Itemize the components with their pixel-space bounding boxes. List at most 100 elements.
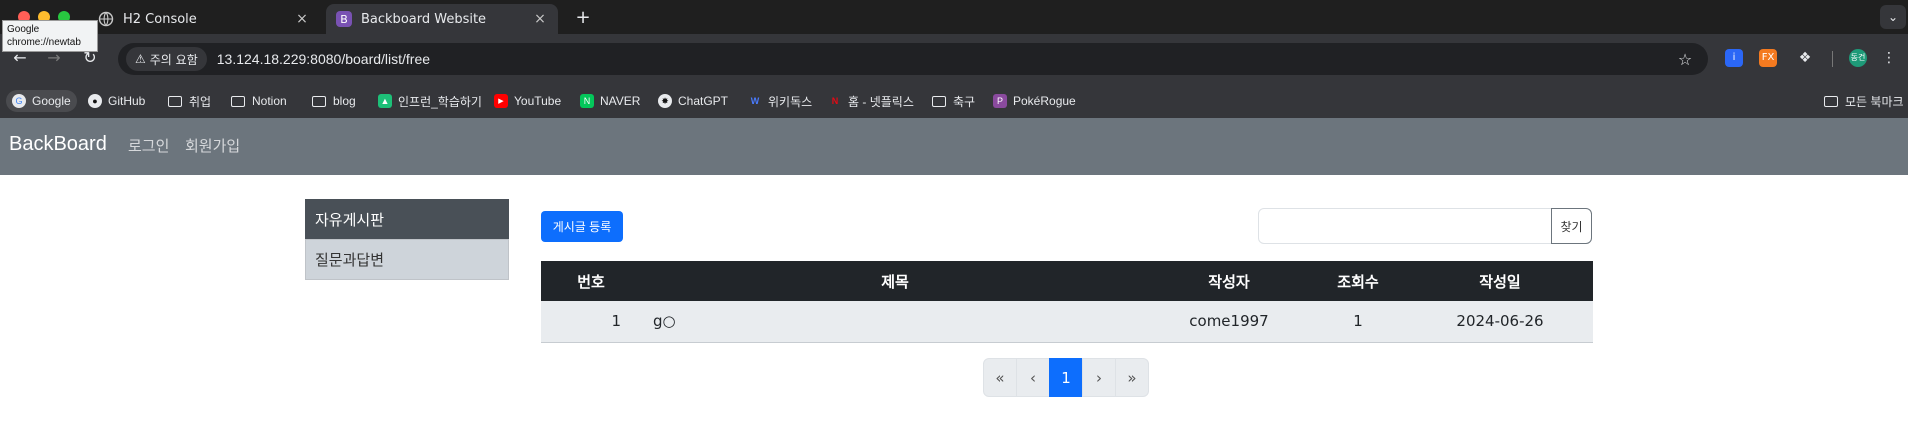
bootstrap-icon: B [336,11,352,27]
signup-link[interactable]: 회원가입 [185,135,240,156]
site-navbar: BackBoard 로그인 회원가입 [0,118,1908,175]
tooltip-url: chrome://newtab [7,37,81,48]
warning-icon: ⚠ [135,52,146,66]
cell-views: 1 [1309,301,1407,343]
bookmark-inflearn[interactable]: ▲ 인프런_학습하기 [372,90,488,112]
table-header-row: 번호 제목 작성자 조회수 작성일 [541,261,1593,301]
all-bookmarks-button[interactable]: 모든 북마크 [1818,90,1908,112]
last-page-button[interactable]: » [1115,358,1149,397]
cell-writer: come1997 [1149,301,1309,343]
tab-search-button[interactable]: ⌄ [1880,5,1906,29]
bookmark-folder-soccer[interactable]: 축구 [926,90,981,112]
globe-icon [98,11,114,27]
bookmark-folder-jobs[interactable]: 취업 [162,90,217,112]
folder-icon [1824,95,1838,107]
next-page-button[interactable]: › [1082,358,1116,397]
chatgpt-icon: ✸ [658,94,672,108]
bookmark-label: blog [333,94,356,108]
first-page-button[interactable]: « [983,358,1017,397]
tab-h2-console[interactable]: H2 Console × [88,4,320,34]
sidebar-item-free-board[interactable]: 자유게시판 [305,199,509,240]
bookmark-chatgpt[interactable]: ✸ ChatGPT [652,90,734,112]
bookmark-naver[interactable]: N NAVER [574,90,646,112]
pagination: « ‹ 1 › » [983,358,1149,397]
header-title: 제목 [641,261,1149,301]
tab-title: Backboard Website [361,11,487,27]
header-no: 번호 [541,261,641,301]
tab-strip: H2 Console × B Backboard Website × + ⌄ [0,0,1908,34]
url-text[interactable]: 13.124.18.229:8080/board/list/free [217,51,1670,67]
cell-date: 2024-06-26 [1407,301,1593,343]
bookmark-label: Google [32,94,71,108]
folder-icon [312,95,326,107]
write-post-button[interactable]: 게시글 등록 [541,211,623,242]
address-bar[interactable]: ⚠ 주의 요함 13.124.18.229:8080/board/list/fr… [118,43,1708,75]
bookmark-label: YouTube [514,94,562,108]
bookmark-label: PokéRogue [1013,94,1076,108]
folder-icon [168,95,182,107]
bookmark-github[interactable]: ● GitHub [82,90,151,112]
security-chip[interactable]: ⚠ 주의 요함 [126,47,207,71]
folder-icon [932,95,946,107]
browser-toolbar: ← → ↻ ⚠ 주의 요함 13.124.18.229:8080/board/l… [0,34,1908,84]
puzzle-icon[interactable]: ❖ [1796,49,1814,67]
bookmark-label: ChatGPT [678,94,729,108]
prev-page-button[interactable]: ‹ [1016,358,1050,397]
header-date: 작성일 [1407,261,1593,301]
bookmark-pokerogue[interactable]: P PokéRogue [987,90,1082,112]
wikidocs-icon: W [750,96,760,106]
youtube-icon: ▶ [494,94,508,108]
page-1-button[interactable]: 1 [1049,358,1083,397]
bookmarks-bar: G Google ● GitHub 취업 Notion blog ▲ 인프런_학… [0,84,1908,118]
bookmark-youtube[interactable]: ▶ YouTube [488,90,567,112]
more-menu-icon[interactable]: ⋮ [1880,49,1898,67]
bookmark-label: 인프런_학습하기 [398,94,482,109]
bookmark-label: NAVER [600,94,641,108]
extension-icon[interactable]: FX [1759,49,1777,67]
search-button[interactable]: 찾기 [1551,208,1592,244]
profile-avatar[interactable]: 동건 [1849,49,1867,67]
tab-tooltip: Google chrome://newtab [2,20,98,52]
github-icon: ● [88,94,102,108]
netflix-icon: N [831,96,839,106]
cell-title-link[interactable]: g○ [641,301,1149,343]
all-bookmarks-label: 모든 북마크 [1845,94,1904,109]
bookmark-label: Notion [252,94,287,108]
bookmark-label: GitHub [108,94,146,108]
inflearn-icon: ▲ [378,94,392,108]
folder-icon [231,95,245,107]
bookmark-folder-blog[interactable]: blog [306,90,362,112]
table-row[interactable]: 1 g○ come1997 1 2024-06-26 [541,301,1593,343]
search-input[interactable] [1258,208,1552,244]
password-manager-icon[interactable]: i [1725,49,1743,67]
bookmark-label: 홈 - 넷플릭스 [848,94,914,109]
naver-icon: N [580,94,594,108]
bookmark-label: 취업 [189,94,212,109]
tab-title: H2 Console [123,11,197,27]
sidebar-item-qna[interactable]: 질문과답변 [305,239,509,280]
pokerogue-icon: P [993,94,1007,108]
tab-backboard-website[interactable]: B Backboard Website × [326,4,558,34]
bookmark-label: 위키독스 [768,94,813,109]
bookmark-folder-notion[interactable]: Notion [225,90,293,112]
posts-table: 번호 제목 작성자 조회수 작성일 1 g○ come1997 1 2024-0… [541,261,1593,343]
bookmark-netflix[interactable]: N 홈 - 넷플릭스 [822,90,920,112]
bookmark-label: 축구 [953,94,976,109]
login-link[interactable]: 로그인 [128,135,169,156]
header-views: 조회수 [1309,261,1407,301]
tab-close-button[interactable]: × [294,11,310,27]
bookmark-star-icon[interactable]: ☆ [1670,50,1700,69]
tab-close-button[interactable]: × [532,11,548,27]
toolbar-divider [1832,51,1833,67]
cell-no: 1 [541,301,641,343]
header-writer: 작성자 [1149,261,1309,301]
board-sidebar: 자유게시판 질문과답변 [305,199,509,280]
new-tab-button[interactable]: + [570,6,596,32]
google-icon: G [12,94,26,108]
site-brand[interactable]: BackBoard [9,133,107,156]
browser-chrome: H2 Console × B Backboard Website × + ⌄ G… [0,0,1908,118]
tooltip-title: Google [7,24,40,35]
bookmark-wikidocs[interactable]: W 위키독스 [742,90,818,112]
security-label: 주의 요함 [149,52,198,67]
bookmark-google[interactable]: G Google [6,90,77,112]
